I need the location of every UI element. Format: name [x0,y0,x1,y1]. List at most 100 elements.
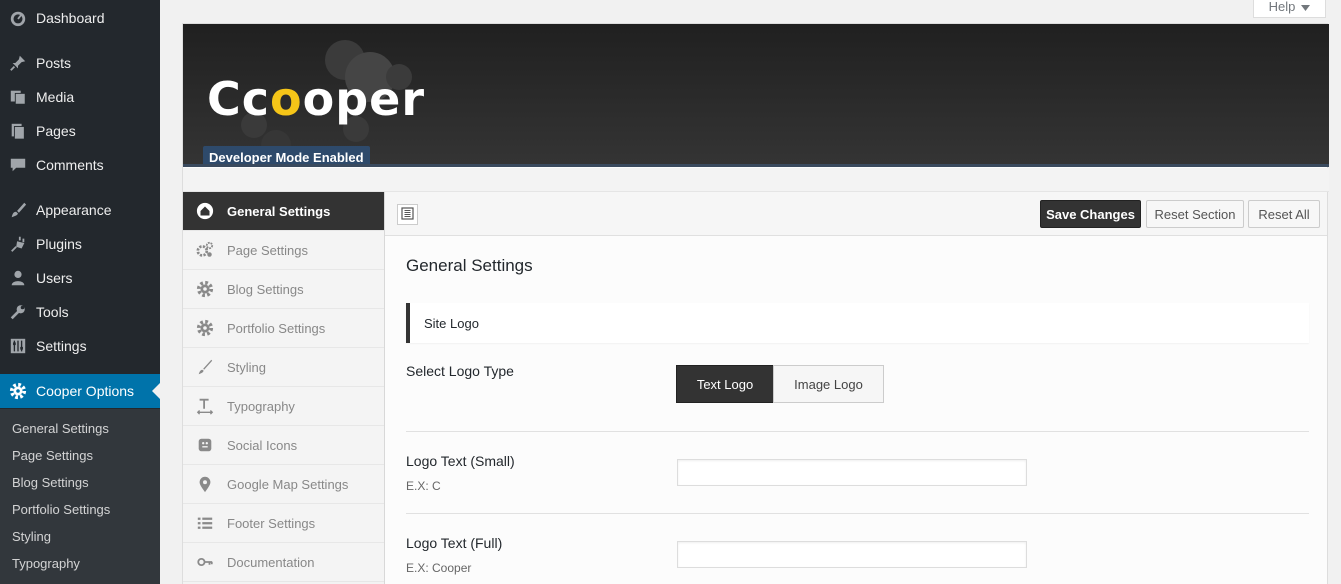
section-label: Typography [227,398,295,414]
section-documentation[interactable]: Documentation [183,543,384,582]
settings-content: General Settings Site Logo Select Logo T… [385,237,1327,584]
header-spacer [183,168,1329,192]
brush-icon [0,201,36,219]
image-logo-option-button[interactable]: Image Logo [773,365,884,403]
menu-item-pages[interactable]: Pages [0,114,160,148]
section-label: Social Icons [227,437,298,453]
media-icon [0,88,36,106]
cooper-logo: Ccooper [207,72,425,126]
logo-text-full-desc: E.X: Cooper [406,561,472,575]
logo-text-full-input[interactable] [677,541,1027,568]
menu-item-plugins[interactable]: Plugins [0,227,160,261]
section-label: Portfolio Settings [227,320,326,336]
section-label: Documentation [227,554,315,570]
menu-item-media[interactable]: Media [0,80,160,114]
menu-label: Dashboard [36,10,105,26]
gear-icon [183,319,227,337]
menu-item-tools[interactable]: Tools [0,295,160,329]
pin-icon [0,54,36,72]
expand-options-button[interactable] [397,204,418,225]
submenu-general-settings[interactable]: General Settings [12,421,109,436]
site-logo-heading: Site Logo [406,303,1309,343]
section-social-icons[interactable]: Social Icons [183,426,384,465]
plugin-icon [0,235,36,253]
section-footer-settings[interactable]: Footer Settings [183,504,384,543]
section-general-settings[interactable]: General Settings [183,192,384,231]
menu-label: Media [36,89,75,105]
gear-icon [183,280,227,298]
reset-section-button[interactable]: Reset Section [1146,200,1244,228]
section-blog-settings[interactable]: Blog Settings [183,270,384,309]
comment-icon [0,156,36,174]
logo-text-start: Cc [207,72,271,126]
logo-type-label: Select Logo Type [406,363,514,379]
logo-text-small-input[interactable] [677,459,1027,486]
menu-item-appearance[interactable]: Appearance [0,193,160,227]
submenu-styling[interactable]: Styling [12,529,51,544]
menu-label: Posts [36,55,72,71]
menu-label: Appearance [36,202,112,218]
text-logo-option-button[interactable]: Text Logo [676,365,774,403]
menu-item-comments[interactable]: Comments [0,148,160,182]
menu-item-settings[interactable]: Settings [0,329,160,363]
menu-label: Users [36,270,73,286]
sliders-icon [0,337,36,355]
section-portfolio-settings[interactable]: Portfolio Settings [183,309,384,348]
section-label: Blog Settings [227,281,304,297]
options-header: Ccooper Developer Mode Enabled [183,24,1329,167]
submenu-typography[interactable]: Typography [12,556,80,571]
admin-sidebar: Dashboard Posts Media Pages Comments App… [0,0,160,584]
section-google-map-settings[interactable]: Google Map Settings [183,465,384,504]
list-icon [183,514,227,532]
section-label: General Settings [227,203,331,219]
menu-label: Comments [36,157,104,173]
logo-text-small-desc: E.X: C [406,479,441,493]
menu-item-dashboard[interactable]: Dashboard [0,1,160,35]
options-panel: Ccooper Developer Mode Enabled General S… [182,23,1329,584]
help-label: Help [1268,0,1296,14]
field-divider [406,431,1309,432]
submenu-page-settings[interactable]: Page Settings [12,448,93,463]
section-styling[interactable]: Styling [183,348,384,387]
reset-all-button[interactable]: Reset All [1248,200,1320,228]
section-sidebar: General Settings Page Settings Blog Sett… [183,192,385,584]
section-label: Page Settings [227,242,308,258]
cooper-options-submenu: General Settings Page Settings Blog Sett… [0,409,160,584]
menu-label: Pages [36,123,76,139]
home-icon [183,202,227,220]
section-label: Styling [227,359,267,375]
menu-label: Cooper Options [36,383,135,399]
wrench-icon [0,303,36,321]
smiley-icon [183,436,227,454]
submenu-portfolio-settings[interactable]: Portfolio Settings [12,502,110,517]
menu-item-posts[interactable]: Posts [0,46,160,80]
text-height-icon [183,397,227,415]
section-typography[interactable]: Typography [183,387,384,426]
section-page-settings[interactable]: Page Settings [183,231,384,270]
user-icon [0,269,36,287]
submenu-blog-settings[interactable]: Blog Settings [12,475,89,490]
section-label: Google Map Settings [227,476,349,492]
logo-text-end: oper [302,72,426,126]
caret-down-icon [1301,0,1311,14]
field-divider [406,513,1309,514]
logo-accent-letter: o [270,72,303,126]
menu-item-users[interactable]: Users [0,261,160,295]
help-tab-button[interactable]: Help [1253,0,1326,18]
logo-text-small-label: Logo Text (Small) [406,453,515,469]
save-changes-button[interactable]: Save Changes [1040,200,1141,228]
menu-label: Settings [36,338,87,354]
brush-icon [183,358,227,376]
logo-text-full-label: Logo Text (Full) [406,535,503,551]
dashboard-icon [0,9,36,27]
options-toolbar: Save Changes Reset Section Reset All [385,192,1327,236]
expand-icon [401,206,414,223]
gear-icon [0,382,36,400]
pages-icon [0,122,36,140]
menu-item-cooper-options[interactable]: Cooper Options [0,374,160,408]
section-label: Footer Settings [227,515,316,531]
section-title: General Settings [406,256,533,275]
map-marker-icon [183,475,227,493]
menu-label: Plugins [36,236,82,252]
site-logo-heading-text: Site Logo [424,315,479,331]
